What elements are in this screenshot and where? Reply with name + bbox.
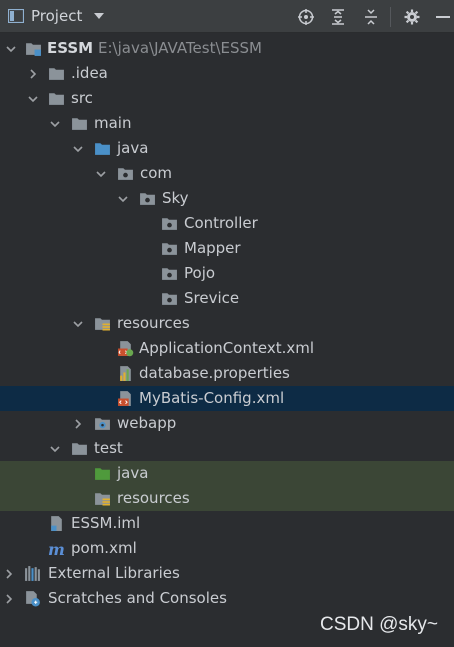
- tree-label: Pojo: [184, 264, 216, 282]
- maven-icon: m: [48, 540, 65, 557]
- tree-node-test-resources[interactable]: resources: [0, 486, 454, 511]
- module-path: E:\java\JAVATest\ESSM: [98, 39, 262, 57]
- tree-node-webapp[interactable]: webapp: [0, 411, 454, 436]
- tree-label: java: [117, 464, 149, 482]
- tree-label: src: [71, 89, 93, 107]
- tree-node-pom[interactable]: m pom.xml: [0, 536, 454, 561]
- chevron-down-icon[interactable]: [117, 193, 129, 205]
- tree-node-sky[interactable]: Sky: [0, 186, 454, 211]
- package-icon: [161, 240, 178, 257]
- package-icon: [139, 190, 156, 207]
- chevron-down-icon[interactable]: [93, 11, 105, 21]
- collapse-all-icon[interactable]: [362, 8, 380, 26]
- module-folder-icon: [26, 43, 41, 56]
- tree-label: Mapper: [184, 239, 241, 257]
- chevron-down-icon[interactable]: [72, 143, 84, 155]
- tree-node-mapper[interactable]: Mapper: [0, 236, 454, 261]
- tree-node-java[interactable]: java: [0, 136, 454, 161]
- chevron-down-icon[interactable]: [72, 318, 84, 330]
- tree-label: pom.xml: [71, 539, 137, 557]
- crosshair-icon[interactable]: [297, 8, 315, 26]
- tree-label: Sky: [162, 189, 189, 207]
- test-source-folder-icon: [94, 465, 111, 482]
- tree-node-src[interactable]: src: [0, 86, 454, 111]
- chevron-down-icon[interactable]: [95, 168, 107, 180]
- tree-label: .idea: [71, 64, 108, 82]
- tree-label: ApplicationContext.xml: [139, 339, 314, 357]
- tree-node-idea[interactable]: .idea: [0, 61, 454, 86]
- watermark: CSDN @sky~: [320, 614, 438, 635]
- resources-folder-icon: [95, 318, 110, 331]
- package-icon: [161, 265, 178, 282]
- xml-file-icon: [118, 391, 131, 406]
- properties-file-icon: [120, 366, 131, 381]
- tree-label: test: [94, 439, 123, 457]
- library-icon: [25, 566, 40, 581]
- chevron-right-icon[interactable]: [3, 593, 15, 605]
- tree-label: MyBatis-Config.xml: [139, 389, 285, 407]
- tree-label: main: [94, 114, 132, 132]
- tree-node-root[interactable]: ESSM E:\java\JAVATest\ESSM: [0, 36, 454, 61]
- tree-node-resources[interactable]: resources: [0, 311, 454, 336]
- folder-icon: [48, 90, 65, 107]
- minus-icon[interactable]: [434, 8, 452, 26]
- tree-label: com: [140, 164, 173, 182]
- chevron-right-icon[interactable]: [72, 418, 84, 430]
- test-resources-folder-icon: [95, 493, 110, 506]
- chevron-down-icon[interactable]: [49, 118, 61, 130]
- project-window-icon: [8, 9, 24, 23]
- tree-node-application-context[interactable]: ApplicationContext.xml: [0, 336, 454, 361]
- project-tool-header: Project: [0, 0, 454, 33]
- tree-label: Scratches and Consoles: [48, 589, 227, 607]
- tree-node-test-java[interactable]: java: [0, 461, 454, 486]
- tree-label: webapp: [117, 414, 177, 432]
- chevron-down-icon[interactable]: [49, 443, 61, 455]
- tree-label: resources: [117, 314, 190, 332]
- tree-label: Srevice: [184, 289, 240, 307]
- package-icon: [161, 290, 178, 307]
- tree-label: ESSM: [47, 39, 94, 57]
- tree-label: ESSM.iml: [71, 514, 141, 532]
- folder-icon: [71, 440, 88, 457]
- expand-all-icon[interactable]: [329, 8, 347, 26]
- tree-label: database.properties: [139, 364, 290, 382]
- chevron-down-icon[interactable]: [5, 43, 17, 55]
- folder-icon: [71, 115, 88, 132]
- iml-file-icon: [51, 516, 62, 531]
- tree-node-essm-iml[interactable]: ESSM.iml: [0, 511, 454, 536]
- tree-node-srevice[interactable]: Srevice: [0, 286, 454, 311]
- package-icon: [161, 215, 178, 232]
- chevron-down-icon[interactable]: [27, 93, 39, 105]
- tree-label: resources: [117, 489, 190, 507]
- tree-node-database-properties[interactable]: database.properties: [0, 361, 454, 386]
- tree-label: java: [117, 139, 149, 157]
- tree-node-external-libraries[interactable]: External Libraries: [0, 561, 454, 586]
- spring-xml-file-icon: [118, 341, 134, 357]
- source-folder-icon: [94, 140, 111, 157]
- package-icon: [117, 165, 134, 182]
- tree-node-test[interactable]: test: [0, 436, 454, 461]
- tree-node-scratches[interactable]: Scratches and Consoles: [0, 586, 454, 611]
- scratches-icon: [26, 591, 40, 607]
- tree-node-com[interactable]: com: [0, 161, 454, 186]
- tree-node-main[interactable]: main: [0, 111, 454, 136]
- tree-node-pojo[interactable]: Pojo: [0, 261, 454, 286]
- tree-label: Controller: [184, 214, 258, 232]
- tree-label: External Libraries: [48, 564, 180, 582]
- tree-node-mybatis-config[interactable]: MyBatis-Config.xml: [0, 386, 454, 411]
- chevron-right-icon[interactable]: [3, 568, 15, 580]
- project-view-title[interactable]: Project: [31, 7, 82, 25]
- folder-icon: [48, 65, 65, 82]
- tree-node-controller[interactable]: Controller: [0, 211, 454, 236]
- gear-icon[interactable]: [403, 8, 421, 26]
- web-folder-icon: [95, 418, 110, 430]
- svg-text:m: m: [48, 540, 65, 557]
- toolbar-separator: [390, 7, 391, 27]
- chevron-right-icon[interactable]: [27, 68, 39, 80]
